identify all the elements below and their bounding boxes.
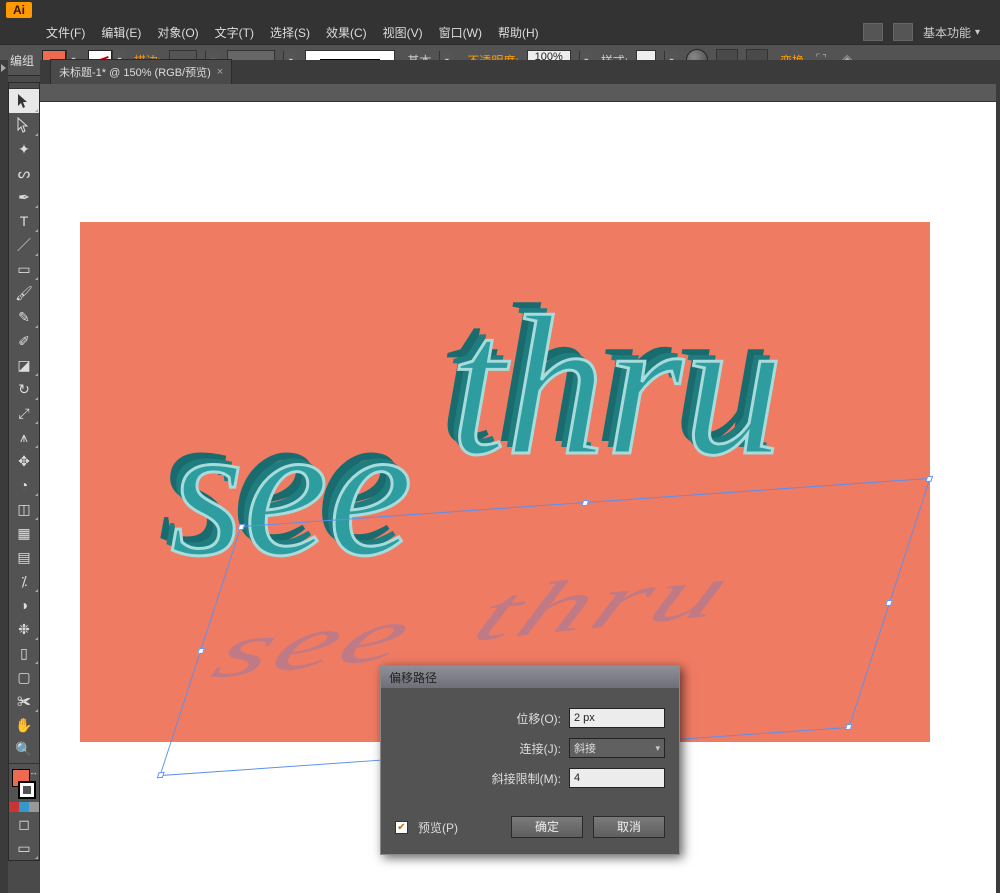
chevron-down-icon: ▾	[975, 27, 980, 38]
join-dropdown[interactable]: 斜接	[569, 738, 665, 758]
tool-direct-selection[interactable]	[9, 113, 39, 137]
right-panel-collapsed[interactable]	[996, 60, 1000, 893]
preview-label[interactable]: 预览(P)	[418, 819, 458, 836]
handle-bot-right[interactable]	[845, 724, 853, 730]
tool-pencil[interactable]: ✎	[9, 305, 39, 329]
preview-checkbox[interactable]: ✔	[395, 821, 408, 834]
handle-top-left[interactable]	[237, 524, 245, 530]
tool-eraser[interactable]: ◪	[9, 353, 39, 377]
tool-perspective-grid[interactable]: ◫	[9, 497, 39, 521]
tool-magic-wand[interactable]: ✦	[9, 137, 39, 161]
menu-help[interactable]: 帮助(H)	[492, 22, 545, 43]
menu-file[interactable]: 文件(F)	[40, 22, 91, 43]
handle-bot-left[interactable]	[157, 772, 165, 778]
tool-eyedropper[interactable]: ⁒	[9, 569, 39, 593]
join-label: 连接(J):	[520, 740, 561, 757]
menu-view[interactable]: 视图(V)	[377, 22, 429, 43]
menu-edit[interactable]: 编辑(E)	[95, 22, 147, 43]
app-logo: Ai	[6, 2, 32, 18]
arrange-docs-button[interactable]	[893, 23, 913, 41]
bridge-button[interactable]	[863, 23, 883, 41]
join-value: 斜接	[574, 740, 596, 756]
menu-bar: 文件(F) 编辑(E) 对象(O) 文字(T) 选择(S) 效果(C) 视图(V…	[0, 20, 1000, 44]
tool-column-graph[interactable]: ▯	[9, 641, 39, 665]
offset-path-dialog[interactable]: 偏移路径 位移(O): 连接(J): 斜接 斜接限制(M): ✔ 预览(P) 确…	[380, 665, 680, 855]
tool-selection[interactable]	[9, 89, 39, 113]
artwork-rect[interactable]: see thru see thru	[80, 222, 930, 742]
handle-top-mid[interactable]	[581, 500, 589, 506]
workspace-label: 基本功能	[923, 24, 971, 41]
tool-zoom[interactable]: 🔍	[9, 737, 39, 761]
left-panel-collapsed[interactable]	[0, 60, 8, 893]
tool-blob-brush[interactable]: ✐	[9, 329, 39, 353]
tool-width[interactable]: ⩚	[9, 425, 39, 449]
menu-object[interactable]: 对象(O)	[151, 22, 204, 43]
tool-artboard[interactable]: ▢	[9, 665, 39, 689]
menu-type[interactable]: 文字(T)	[209, 22, 260, 43]
tool-symbol-sprayer[interactable]: ❉	[9, 617, 39, 641]
miter-input[interactable]	[569, 768, 665, 788]
tool-hand[interactable]: ✋	[9, 713, 39, 737]
ok-button[interactable]: 确定	[511, 816, 583, 838]
tool-free-transform[interactable]: ✥	[9, 449, 39, 473]
color-mode-row[interactable]	[9, 802, 39, 812]
offset-input[interactable]	[569, 708, 665, 728]
document-tab-title: 未标题-1* @ 150% (RGB/预览)	[59, 64, 211, 80]
offset-label: 位移(O):	[516, 710, 561, 727]
menu-select[interactable]: 选择(S)	[264, 22, 316, 43]
artwork-text-2[interactable]: thru	[450, 272, 783, 501]
miter-label: 斜接限制(M):	[492, 770, 561, 787]
ruler-horizontal[interactable]	[40, 84, 996, 102]
tool-mesh[interactable]: ▦	[9, 521, 39, 545]
screen-mode[interactable]: ▭	[9, 836, 39, 860]
workspace-switcher[interactable]: 基本功能 ▾	[923, 24, 980, 41]
handle-top-right[interactable]	[925, 476, 933, 482]
tool-shape-builder[interactable]: ◔	[9, 473, 39, 497]
handle-mid-right[interactable]	[885, 600, 893, 606]
tool-gradient[interactable]: ▤	[9, 545, 39, 569]
tool-paintbrush[interactable]: 🖌	[9, 281, 39, 305]
tool-lasso[interactable]: ᔕ	[9, 161, 39, 185]
draw-mode-normal[interactable]: ◻	[9, 812, 39, 836]
tool-rotate[interactable]: ↻	[9, 377, 39, 401]
menu-window[interactable]: 窗口(W)	[433, 22, 488, 43]
tool-blend[interactable]: ◑	[9, 593, 39, 617]
title-bar: Ai	[0, 0, 1000, 20]
dialog-title[interactable]: 偏移路径	[381, 666, 679, 688]
tool-rectangle[interactable]: ▭	[9, 257, 39, 281]
tool-line[interactable]: ／	[9, 233, 39, 257]
tool-type[interactable]: T	[9, 209, 39, 233]
document-tab-bar: 未标题-1* @ 150% (RGB/预览) ×	[40, 60, 996, 84]
swap-fill-stroke-icon[interactable]: ↔	[29, 767, 38, 777]
tool-pen[interactable]: ✒	[9, 185, 39, 209]
stroke-box[interactable]	[18, 781, 36, 799]
tool-scale[interactable]: ⤢	[9, 401, 39, 425]
document-tab[interactable]: 未标题-1* @ 150% (RGB/预览) ×	[50, 59, 232, 84]
toolbox: ✦ ᔕ ✒ T ／ ▭ 🖌 ✎ ✐ ◪ ↻ ⤢ ⩚ ✥ ◔ ◫ ▦ ▤ ⁒ ◑ …	[8, 82, 40, 861]
handle-mid-left[interactable]	[197, 648, 205, 654]
tool-slice[interactable]: ✀	[9, 689, 39, 713]
selection-type-label: 编组	[10, 52, 34, 69]
close-tab-icon[interactable]: ×	[217, 66, 223, 78]
menu-effect[interactable]: 效果(C)	[320, 22, 373, 43]
cancel-button[interactable]: 取消	[593, 816, 665, 838]
fill-stroke-control[interactable]: ↔	[9, 766, 39, 802]
